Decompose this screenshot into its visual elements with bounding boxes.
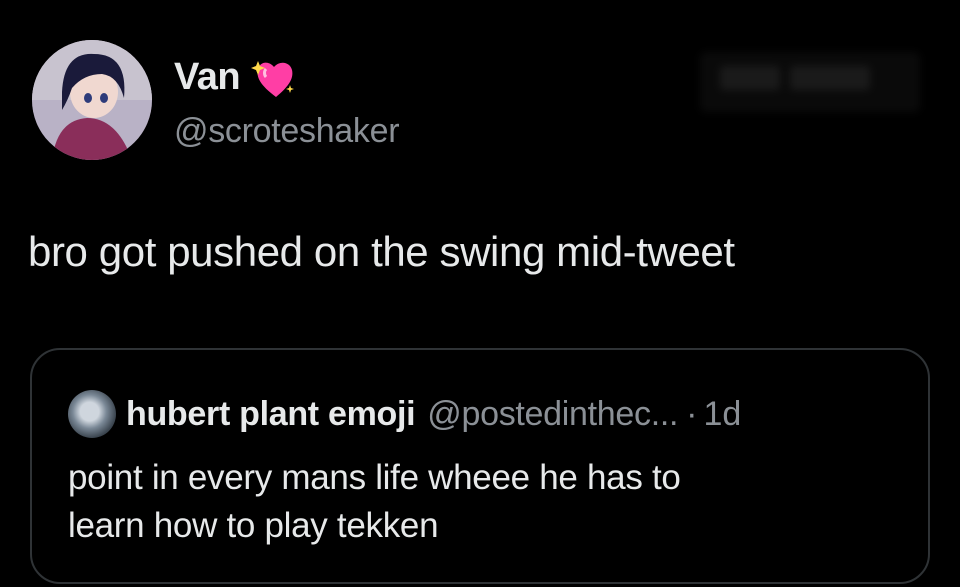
- tweet-header: Van @scroteshaker: [32, 40, 400, 160]
- quoted-tweet-header: hubert plant emoji @postedinthec... · 1d: [68, 390, 741, 438]
- sparkling-heart-icon: [250, 57, 298, 99]
- avatar[interactable]: [32, 40, 152, 160]
- tweet-text: bro got pushed on the swing mid-tweet: [28, 228, 735, 275]
- quoted-text-line-1: point in every mans life wheee he has to: [68, 458, 681, 497]
- quoted-tweet-text: point in every mans life wheee he has to…: [68, 454, 888, 550]
- quoted-handle[interactable]: @postedinthec...: [427, 395, 678, 434]
- quoted-tweet[interactable]: hubert plant emoji @postedinthec... · 1d…: [30, 348, 930, 584]
- display-name[interactable]: Van: [174, 56, 241, 99]
- tweet[interactable]: Van @scroteshaker bro got pushed on the …: [0, 0, 960, 587]
- quoted-text-line-2: learn how to play tekken: [68, 506, 439, 545]
- separator-dot: ·: [686, 394, 698, 433]
- quoted-avatar[interactable]: [68, 390, 116, 438]
- redacted-area: [700, 52, 920, 112]
- handle[interactable]: @scroteshaker: [174, 112, 400, 151]
- timestamp[interactable]: 1d: [703, 395, 741, 434]
- quoted-display-name[interactable]: hubert plant emoji: [126, 395, 416, 434]
